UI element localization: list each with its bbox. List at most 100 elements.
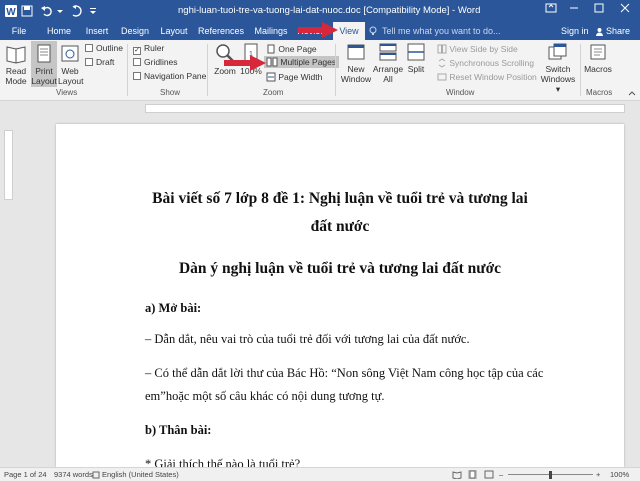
page-width-button[interactable]: Page Width bbox=[266, 71, 322, 83]
synchronous-scrolling-button[interactable]: Synchronous Scrolling bbox=[437, 57, 534, 69]
language-indicator[interactable]: English (United States) bbox=[102, 470, 179, 479]
split-label: Split bbox=[407, 64, 425, 74]
print-layout-label: Print bbox=[35, 66, 53, 76]
macros-button[interactable]: Macros bbox=[582, 42, 614, 74]
word-count[interactable]: 9374 words bbox=[54, 470, 93, 479]
print-layout-label-2: Layout bbox=[31, 76, 57, 86]
split-button[interactable]: Split bbox=[404, 42, 428, 74]
status-bar: Page 1 of 24 9374 words English (United … bbox=[0, 467, 640, 481]
minimize-button[interactable] bbox=[563, 0, 585, 22]
new-window-button[interactable]: New Window bbox=[339, 42, 373, 84]
maximize-button[interactable] bbox=[588, 0, 610, 22]
redo-icon[interactable] bbox=[70, 4, 84, 18]
red-arrow-view-tab-icon bbox=[298, 22, 338, 38]
ruler-track bbox=[4, 130, 13, 200]
arrange-all-button[interactable]: Arrange All bbox=[372, 42, 404, 84]
ruler-track bbox=[145, 104, 625, 113]
document-title-line-2: đất nước bbox=[310, 218, 370, 235]
navigation-pane-label: Navigation Pane bbox=[144, 71, 207, 81]
outline-button[interactable]: Outline bbox=[85, 43, 123, 54]
tab-mailings[interactable]: Mailings bbox=[250, 22, 292, 40]
undo-icon[interactable] bbox=[40, 4, 54, 18]
zoom-in-button[interactable]: + bbox=[596, 470, 600, 479]
draft-label: Draft bbox=[96, 57, 115, 67]
lightbulb-icon bbox=[369, 26, 377, 35]
web-layout-button[interactable]: Web Layout bbox=[58, 44, 84, 86]
switch-windows-button[interactable]: Switch Windows ▾ bbox=[538, 42, 578, 94]
document-page[interactable]: Bài viết số 7 lớp 8 đề 1: Nghị luận về t… bbox=[56, 124, 624, 471]
print-layout-button[interactable]: Print Layout bbox=[31, 41, 57, 87]
maximize-icon bbox=[594, 3, 604, 13]
one-page-button[interactable]: One Page bbox=[266, 43, 317, 55]
tab-references[interactable]: References bbox=[194, 22, 248, 40]
gridlines-label: Gridlines bbox=[144, 57, 178, 67]
share-button[interactable]: Share bbox=[606, 22, 630, 40]
ribbon-view: Read Mode Print Layout Web Layout Outlin… bbox=[0, 40, 640, 101]
gridlines-check-icon bbox=[133, 58, 141, 66]
proofing-icon[interactable] bbox=[92, 471, 100, 479]
print-layout-view-icon[interactable] bbox=[468, 470, 477, 479]
navigation-pane-checkbox[interactable]: Navigation Pane bbox=[133, 71, 206, 82]
read-mode-view-icon[interactable] bbox=[452, 470, 462, 479]
title-bar: W nghi-luan-tuoi-tre-va-tuong-lai-dat-nu… bbox=[0, 0, 640, 22]
close-button[interactable] bbox=[614, 0, 636, 22]
word-app-icon: W bbox=[5, 5, 17, 18]
zoom-percentage[interactable]: 100% bbox=[610, 470, 629, 479]
macros-label: Macros bbox=[584, 64, 612, 74]
outline-label: Outline bbox=[96, 43, 123, 53]
tell-me-search[interactable]: Tell me what you want to do... bbox=[382, 22, 501, 40]
one-page-label: One Page bbox=[278, 44, 317, 54]
zoom-group-label: Zoom bbox=[263, 88, 284, 97]
tab-file[interactable]: File bbox=[5, 22, 33, 40]
ruler-checkbox[interactable]: ✓ Ruler bbox=[133, 43, 164, 55]
customize-toolbar-icon[interactable] bbox=[88, 4, 98, 18]
reset-position-icon bbox=[437, 73, 447, 81]
ruler-label: Ruler bbox=[144, 43, 165, 53]
document-title-line-1: Bài viết số 7 lớp 8 đề 1: Nghị luận về t… bbox=[152, 190, 528, 207]
switch-windows-icon bbox=[548, 43, 567, 60]
red-arrow-multiple-pages-icon bbox=[224, 55, 266, 71]
ruler-check-icon: ✓ bbox=[133, 47, 141, 55]
save-icon[interactable] bbox=[20, 4, 34, 18]
tab-layout[interactable]: Layout bbox=[155, 22, 193, 40]
views-group-label: Views bbox=[56, 88, 78, 97]
view-side-by-side-button[interactable]: View Side by Side bbox=[437, 43, 518, 55]
paragraph-2-line-1: – Có thể dẫn dắt lời thư của Bác Hồ: “No… bbox=[145, 366, 544, 380]
multiple-pages-button[interactable]: Multiple Pages bbox=[264, 56, 340, 68]
separator bbox=[335, 44, 336, 96]
draft-icon bbox=[85, 58, 93, 66]
switch-windows-label: Switch bbox=[545, 64, 571, 74]
ribbon-display-icon bbox=[545, 3, 557, 13]
vertical-ruler[interactable] bbox=[3, 118, 13, 463]
gridlines-checkbox[interactable]: Gridlines bbox=[133, 57, 178, 68]
web-layout-icon bbox=[61, 45, 79, 62]
zoom-out-button[interactable]: – bbox=[499, 470, 503, 479]
arrange-all-icon bbox=[379, 43, 397, 61]
print-layout-icon bbox=[37, 44, 51, 63]
horizontal-ruler[interactable] bbox=[0, 102, 640, 114]
zoom-slider-thumb[interactable] bbox=[549, 471, 552, 479]
web-layout-label: Web bbox=[61, 66, 79, 76]
separator bbox=[127, 44, 128, 96]
web-layout-view-icon[interactable] bbox=[484, 470, 494, 479]
undo-dropdown-icon[interactable] bbox=[56, 4, 64, 18]
draft-button[interactable]: Draft bbox=[85, 57, 114, 68]
new-window-icon bbox=[347, 44, 365, 60]
tab-design[interactable]: Design bbox=[116, 22, 154, 40]
reset-window-position-button[interactable]: Reset Window Position bbox=[437, 71, 537, 83]
view-side-by-side-label: View Side by Side bbox=[449, 44, 518, 54]
sign-in-link[interactable]: Sign in bbox=[561, 22, 589, 40]
read-mode-button[interactable]: Read Mode bbox=[2, 44, 30, 86]
minimize-icon bbox=[570, 7, 578, 9]
ribbon-display-options-button[interactable] bbox=[540, 0, 562, 22]
side-by-side-icon bbox=[437, 44, 447, 54]
paragraph-2-line-2: em”hoặc một số câu khác có nội dung tươn… bbox=[145, 389, 385, 403]
tab-insert[interactable]: Insert bbox=[78, 22, 116, 40]
page-count[interactable]: Page 1 of 24 bbox=[4, 470, 47, 479]
tab-home[interactable]: Home bbox=[40, 22, 78, 40]
collapse-ribbon-icon[interactable] bbox=[628, 90, 636, 96]
navigation-pane-check-icon bbox=[133, 72, 141, 80]
share-user-icon bbox=[596, 28, 603, 36]
window-title: nghi-luan-tuoi-tre-va-tuong-lai-dat-nuoc… bbox=[178, 5, 481, 16]
arrange-all-label-2: All bbox=[383, 74, 393, 84]
